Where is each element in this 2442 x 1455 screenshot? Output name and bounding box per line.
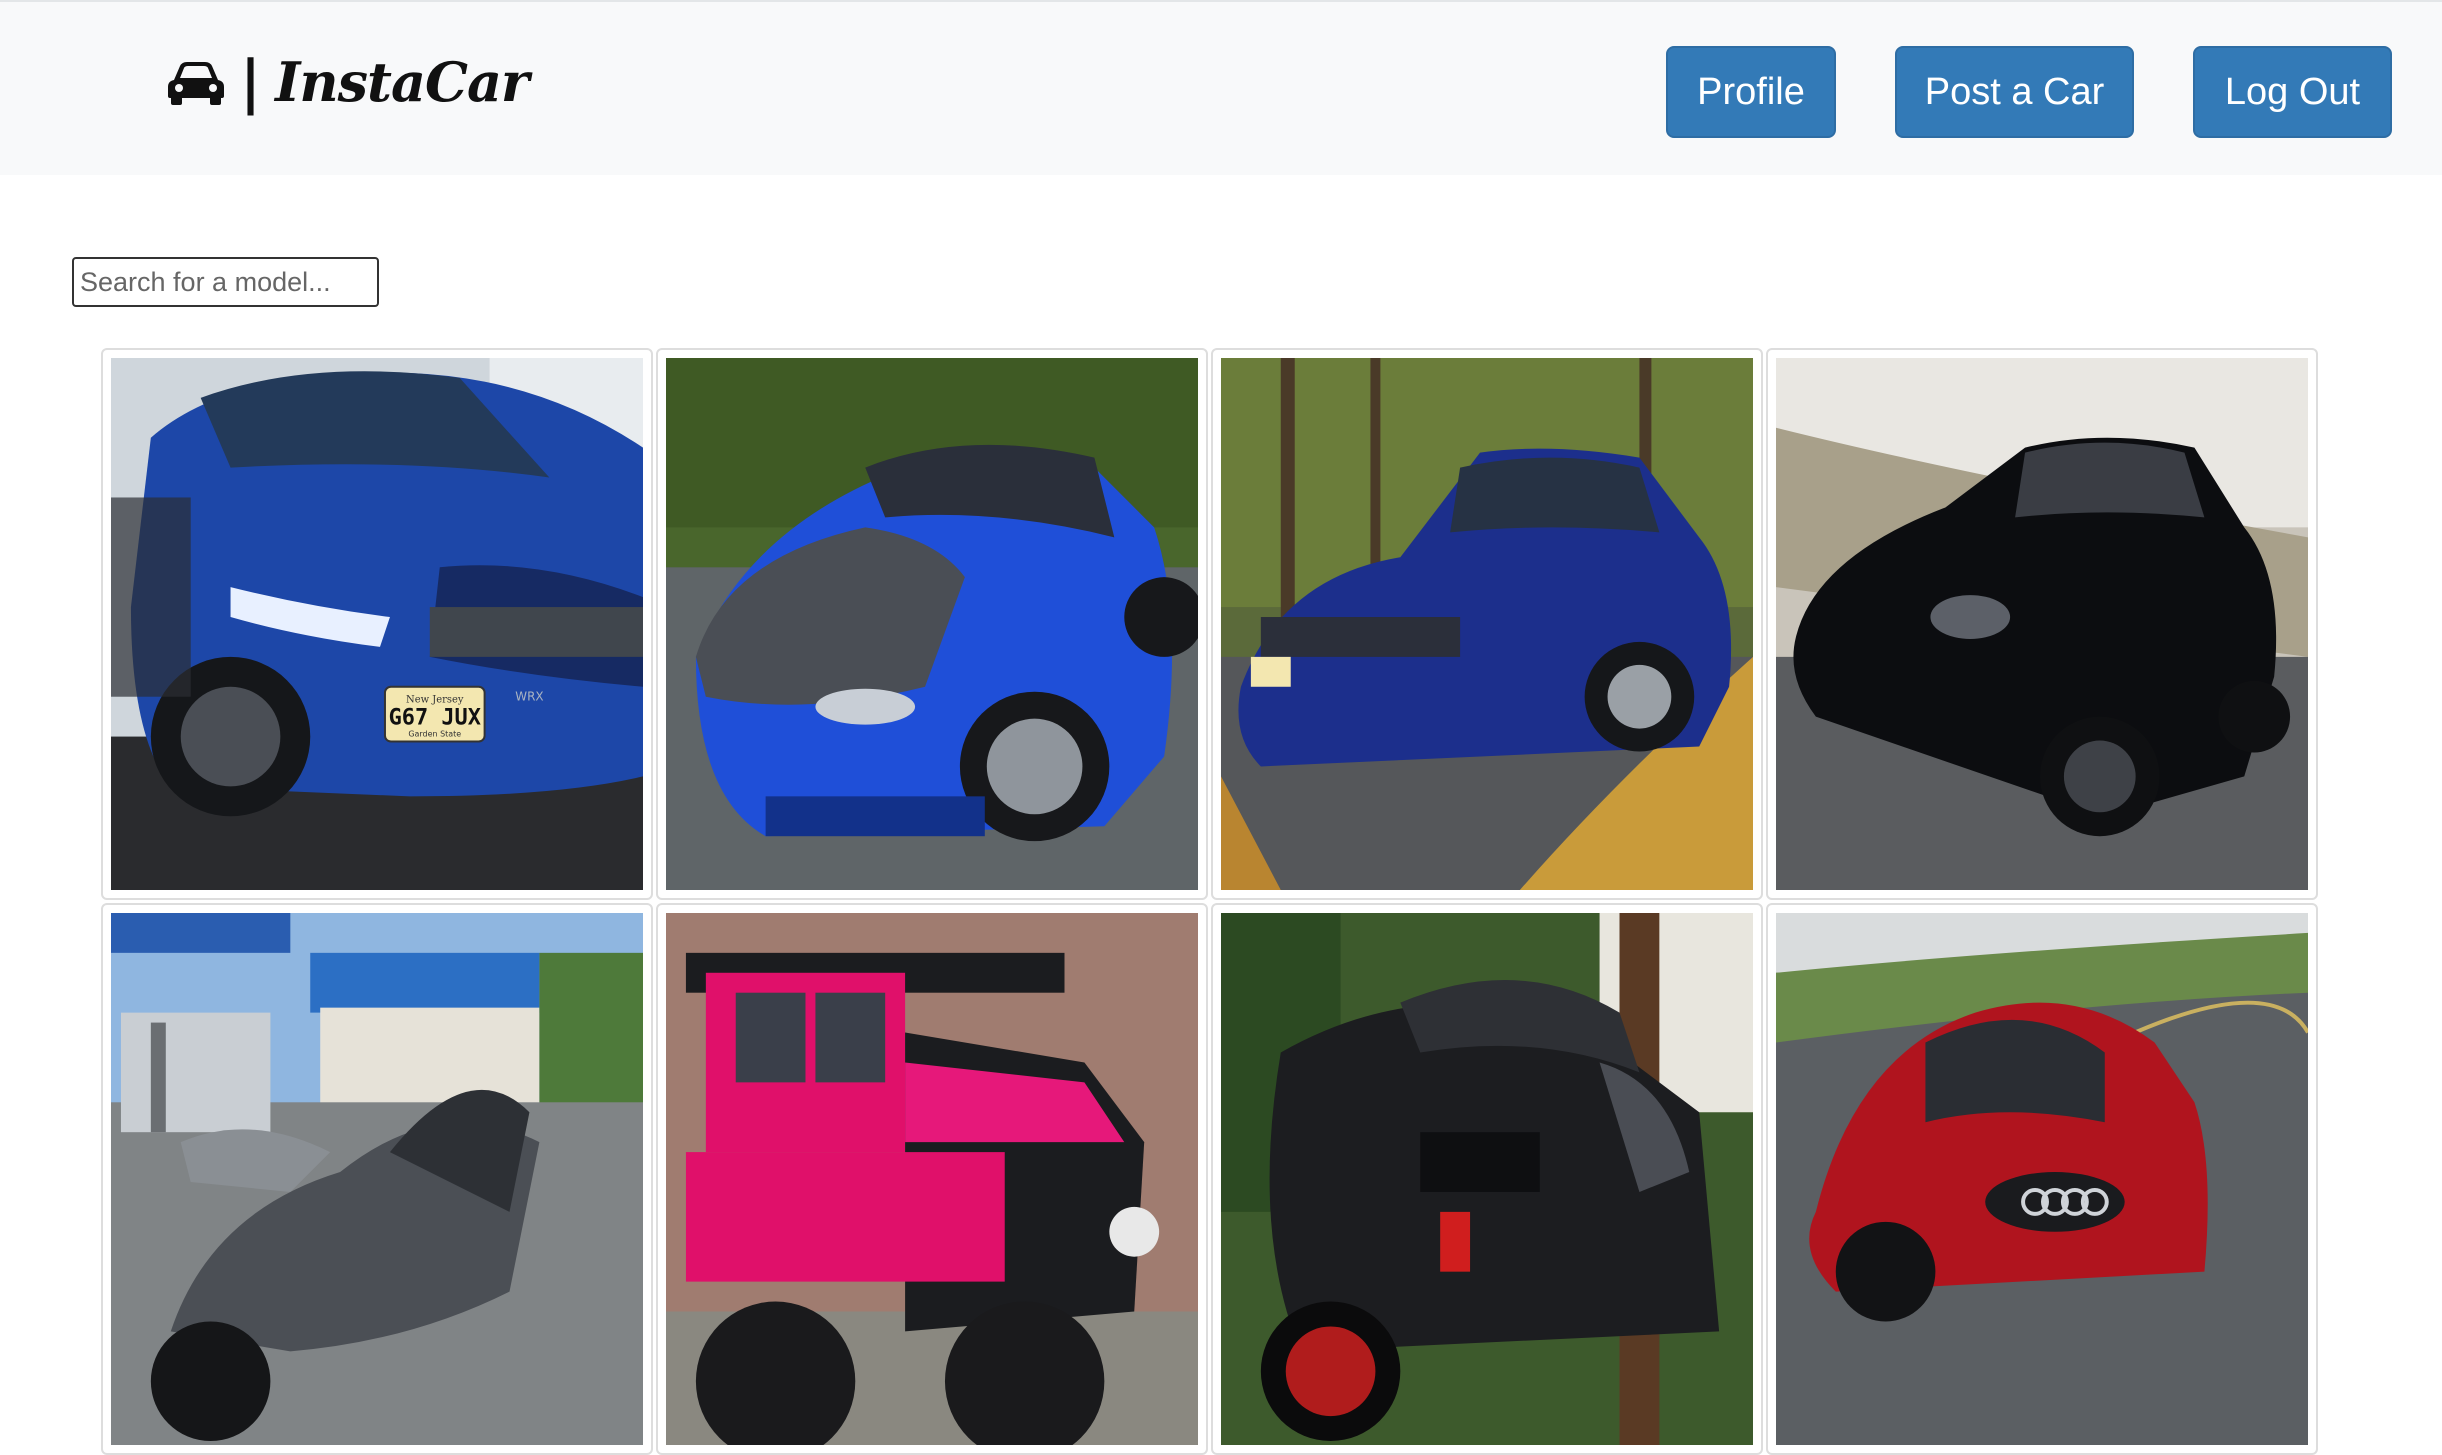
red-coupe-photo[interactable] xyxy=(1776,913,2308,1445)
car-icon xyxy=(168,62,224,105)
gallery-card[interactable] xyxy=(656,348,1208,900)
profile-button[interactable]: Profile xyxy=(1666,46,1836,138)
logout-button[interactable]: Log Out xyxy=(2193,46,2392,138)
blue-sedan-autumn-photo[interactable] xyxy=(1221,358,1753,890)
blue-sedan-photo[interactable]: New Jersey G67 JUX Garden State WRX xyxy=(111,358,643,890)
search-input[interactable] xyxy=(72,257,379,307)
svg-text:Garden State: Garden State xyxy=(408,730,461,739)
svg-text:WRX: WRX xyxy=(515,690,543,704)
blue-sport-coupe-photo[interactable] xyxy=(666,358,1198,890)
post-car-button[interactable]: Post a Car xyxy=(1895,46,2134,138)
black-motorcycle-photo[interactable] xyxy=(1221,913,1753,1445)
svg-text:G67 JUX: G67 JUX xyxy=(389,706,481,731)
gallery-card[interactable] xyxy=(1766,903,2318,1455)
gray-motorcycle-photo[interactable] xyxy=(111,913,643,1445)
gallery-card[interactable] xyxy=(1766,348,2318,900)
black-sports-car-photo[interactable] xyxy=(1776,358,2308,890)
brand-name: InstaCar xyxy=(275,50,529,114)
gallery-card[interactable] xyxy=(1211,348,1763,900)
gallery-card[interactable]: New Jersey G67 JUX Garden State WRX xyxy=(101,348,653,900)
gallery-card[interactable] xyxy=(101,903,653,1455)
brand-separator: | xyxy=(240,48,262,116)
gallery-card[interactable] xyxy=(656,903,1208,1455)
brand[interactable]: | InstaCar xyxy=(166,46,529,118)
gallery-card[interactable] xyxy=(1211,903,1763,1455)
pink-jeep-photo[interactable] xyxy=(666,913,1198,1445)
svg-text:New Jersey: New Jersey xyxy=(406,695,464,706)
car-gallery: New Jersey G67 JUX Garden State WRX xyxy=(101,348,2319,1455)
navbar: | InstaCar Profile Post a Car Log Out xyxy=(0,0,2442,175)
